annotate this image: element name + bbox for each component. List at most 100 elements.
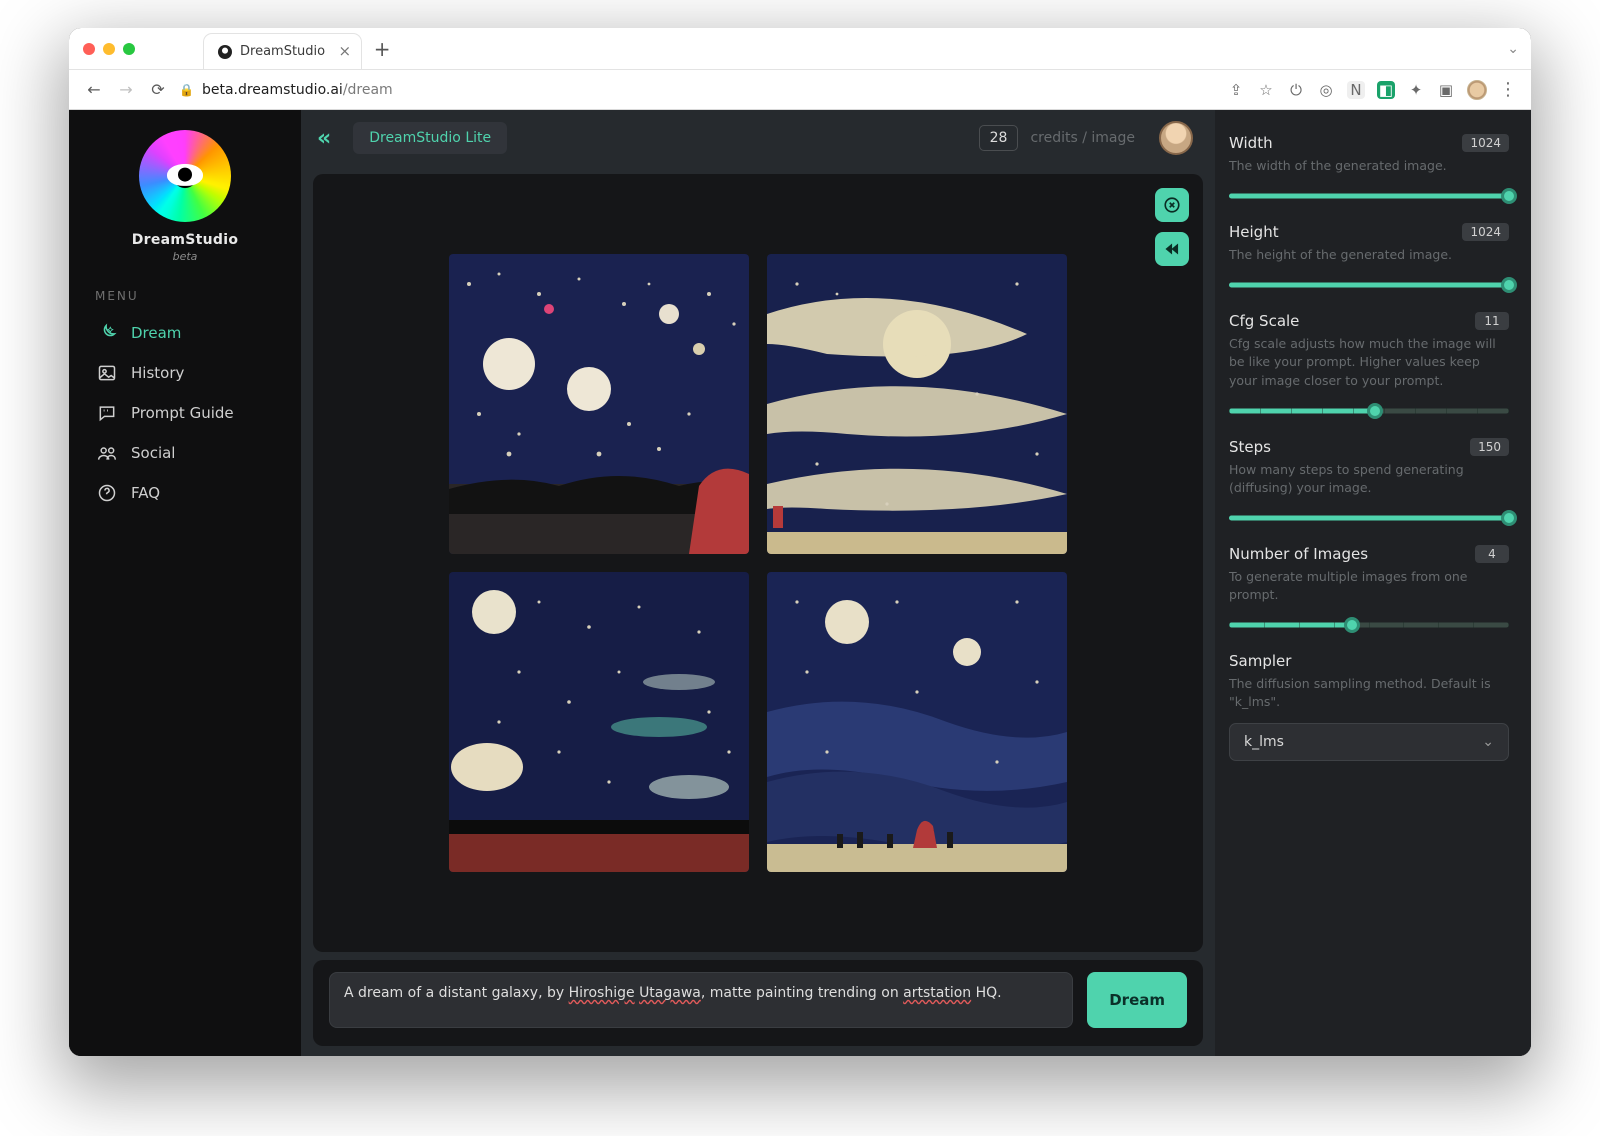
sidebar-item-label: Dream: [131, 324, 181, 342]
share-icon[interactable]: ⇪: [1227, 81, 1245, 99]
setting-sampler: Sampler The diffusion sampling method. D…: [1229, 652, 1509, 761]
width-slider[interactable]: [1229, 187, 1509, 205]
setting-width: Width 1024 The width of the generated im…: [1229, 134, 1509, 205]
brand-subtitle: beta: [91, 250, 279, 263]
sampler-select[interactable]: k_lms ⌄: [1229, 723, 1509, 761]
setting-num-images: Number of Images 4 To generate multiple …: [1229, 545, 1509, 634]
extension-green-icon[interactable]: ◧: [1377, 81, 1395, 99]
setting-value: 1024: [1462, 223, 1509, 241]
tabs-overflow-icon[interactable]: ⌄: [1507, 41, 1519, 57]
num-images-slider[interactable]: [1229, 616, 1509, 634]
target-icon[interactable]: ◎: [1317, 81, 1335, 99]
prompt-input[interactable]: A dream of a distant galaxy, by Hiroshig…: [329, 972, 1073, 1028]
address-bar[interactable]: 🔒 beta.dreamstudio.ai/dream: [179, 82, 1227, 98]
setting-title: Sampler: [1229, 652, 1291, 670]
people-icon: [97, 443, 117, 463]
lite-chip[interactable]: DreamStudio Lite: [353, 122, 507, 154]
extensions-puzzle-icon[interactable]: ✦: [1407, 81, 1425, 99]
prompt-text-2: , matte painting trending on: [701, 985, 903, 1001]
image-canvas: [313, 174, 1203, 952]
setting-title: Number of Images: [1229, 545, 1368, 563]
credits-value: 28: [979, 125, 1019, 151]
sidebar-item-label: History: [131, 364, 184, 382]
setting-value: 1024: [1462, 134, 1509, 152]
prompt-underline-3: artstation: [903, 985, 971, 1001]
browser-tab[interactable]: DreamStudio ×: [203, 33, 362, 69]
setting-desc: The height of the generated image.: [1229, 246, 1509, 264]
tab-title: DreamStudio: [240, 44, 325, 59]
sidebar-item-dream[interactable]: Dream: [91, 313, 279, 353]
result-image-3[interactable]: [449, 572, 749, 872]
app-root: DreamStudio beta MENU Dream History Prom…: [69, 110, 1531, 1056]
url-host: beta.dreamstudio.ai: [202, 82, 343, 98]
setting-cfg-scale: Cfg Scale 11 Cfg scale adjusts how much …: [1229, 312, 1509, 419]
setting-value: 4: [1475, 545, 1509, 563]
new-tab-button[interactable]: +: [368, 35, 396, 63]
result-image-4[interactable]: [767, 572, 1067, 872]
sidebar-item-history[interactable]: History: [91, 353, 279, 393]
setting-steps: Steps 150 How many steps to spend genera…: [1229, 438, 1509, 527]
sidebar: DreamStudio beta MENU Dream History Prom…: [69, 110, 301, 1056]
app-topbar: « DreamStudio Lite 28 credits / image: [301, 110, 1215, 166]
browser-menu-icon[interactable]: ⋮: [1499, 81, 1517, 99]
sidebar-item-prompt-guide[interactable]: Prompt Guide: [91, 393, 279, 433]
tab-favicon: [218, 45, 232, 59]
setting-value: 150: [1470, 438, 1509, 456]
help-icon: [97, 483, 117, 503]
credits-label: credits / image: [1030, 130, 1135, 146]
window-close-dot[interactable]: [83, 43, 95, 55]
collapse-sidebar-icon[interactable]: «: [317, 126, 331, 151]
tab-close-icon[interactable]: ×: [339, 44, 352, 59]
sidebar-item-label: FAQ: [131, 484, 160, 502]
browser-toolbar: ← → ⟳ 🔒 beta.dreamstudio.ai/dream ⇪ ☆ ⏻ …: [69, 70, 1531, 110]
chevron-down-icon: ⌄: [1482, 734, 1494, 750]
result-grid: [449, 254, 1067, 872]
result-image-1[interactable]: [449, 254, 749, 554]
credits-indicator: 28 credits / image: [979, 125, 1135, 151]
window-zoom-dot[interactable]: [123, 43, 135, 55]
main-region: « DreamStudio Lite 28 credits / image: [301, 110, 1531, 1056]
steps-slider[interactable]: [1229, 509, 1509, 527]
app-logo: [139, 130, 231, 222]
browser-titlebar: DreamStudio × + ⌄: [69, 28, 1531, 70]
setting-title: Height: [1229, 223, 1279, 241]
side-panel-icon[interactable]: ▣: [1437, 81, 1455, 99]
cfg-slider[interactable]: [1229, 402, 1509, 420]
lock-icon: 🔒: [179, 83, 194, 97]
sampler-selected: k_lms: [1244, 734, 1284, 750]
prompt-text-1: A dream of a distant galaxy, by: [344, 985, 569, 1001]
setting-height: Height 1024 The height of the generated …: [1229, 223, 1509, 294]
user-avatar[interactable]: [1159, 121, 1193, 155]
reload-button[interactable]: ⟳: [147, 80, 169, 99]
menu-heading: MENU: [95, 289, 279, 303]
bookmark-star-icon[interactable]: ☆: [1257, 81, 1275, 99]
setting-desc: Cfg scale adjusts how much the image wil…: [1229, 335, 1509, 389]
power-icon[interactable]: ⏻: [1287, 81, 1305, 99]
sidebar-item-social[interactable]: Social: [91, 433, 279, 473]
sidebar-item-label: Social: [131, 444, 175, 462]
setting-title: Width: [1229, 134, 1273, 152]
setting-desc: To generate multiple images from one pro…: [1229, 568, 1509, 604]
sidebar-item-label: Prompt Guide: [131, 404, 234, 422]
clear-button[interactable]: [1155, 188, 1189, 222]
setting-desc: The diffusion sampling method. Default i…: [1229, 675, 1509, 711]
prompt-row: A dream of a distant galaxy, by Hiroshig…: [313, 960, 1203, 1046]
setting-desc: How many steps to spend generating (diff…: [1229, 461, 1509, 497]
browser-avatar[interactable]: [1467, 80, 1487, 100]
brand-name: DreamStudio: [91, 232, 279, 248]
setting-title: Cfg Scale: [1229, 312, 1299, 330]
extension-n-icon[interactable]: N: [1347, 81, 1365, 99]
dream-button[interactable]: Dream: [1087, 972, 1187, 1028]
stage-column: « DreamStudio Lite 28 credits / image: [301, 110, 1215, 1056]
browser-extensions: ⇪ ☆ ⏻ ◎ N ◧ ✦ ▣ ⋮: [1227, 80, 1517, 100]
window-minimize-dot[interactable]: [103, 43, 115, 55]
forward-button[interactable]: →: [115, 80, 137, 99]
result-image-2[interactable]: [767, 254, 1067, 554]
sidebar-item-faq[interactable]: FAQ: [91, 473, 279, 513]
back-button[interactable]: ←: [83, 80, 105, 99]
url-path: /dream: [343, 82, 393, 98]
regenerate-button[interactable]: [1155, 232, 1189, 266]
height-slider[interactable]: [1229, 276, 1509, 294]
close-circle-icon: [1163, 196, 1181, 214]
prompt-underline-1: Hiroshige: [569, 985, 635, 1001]
